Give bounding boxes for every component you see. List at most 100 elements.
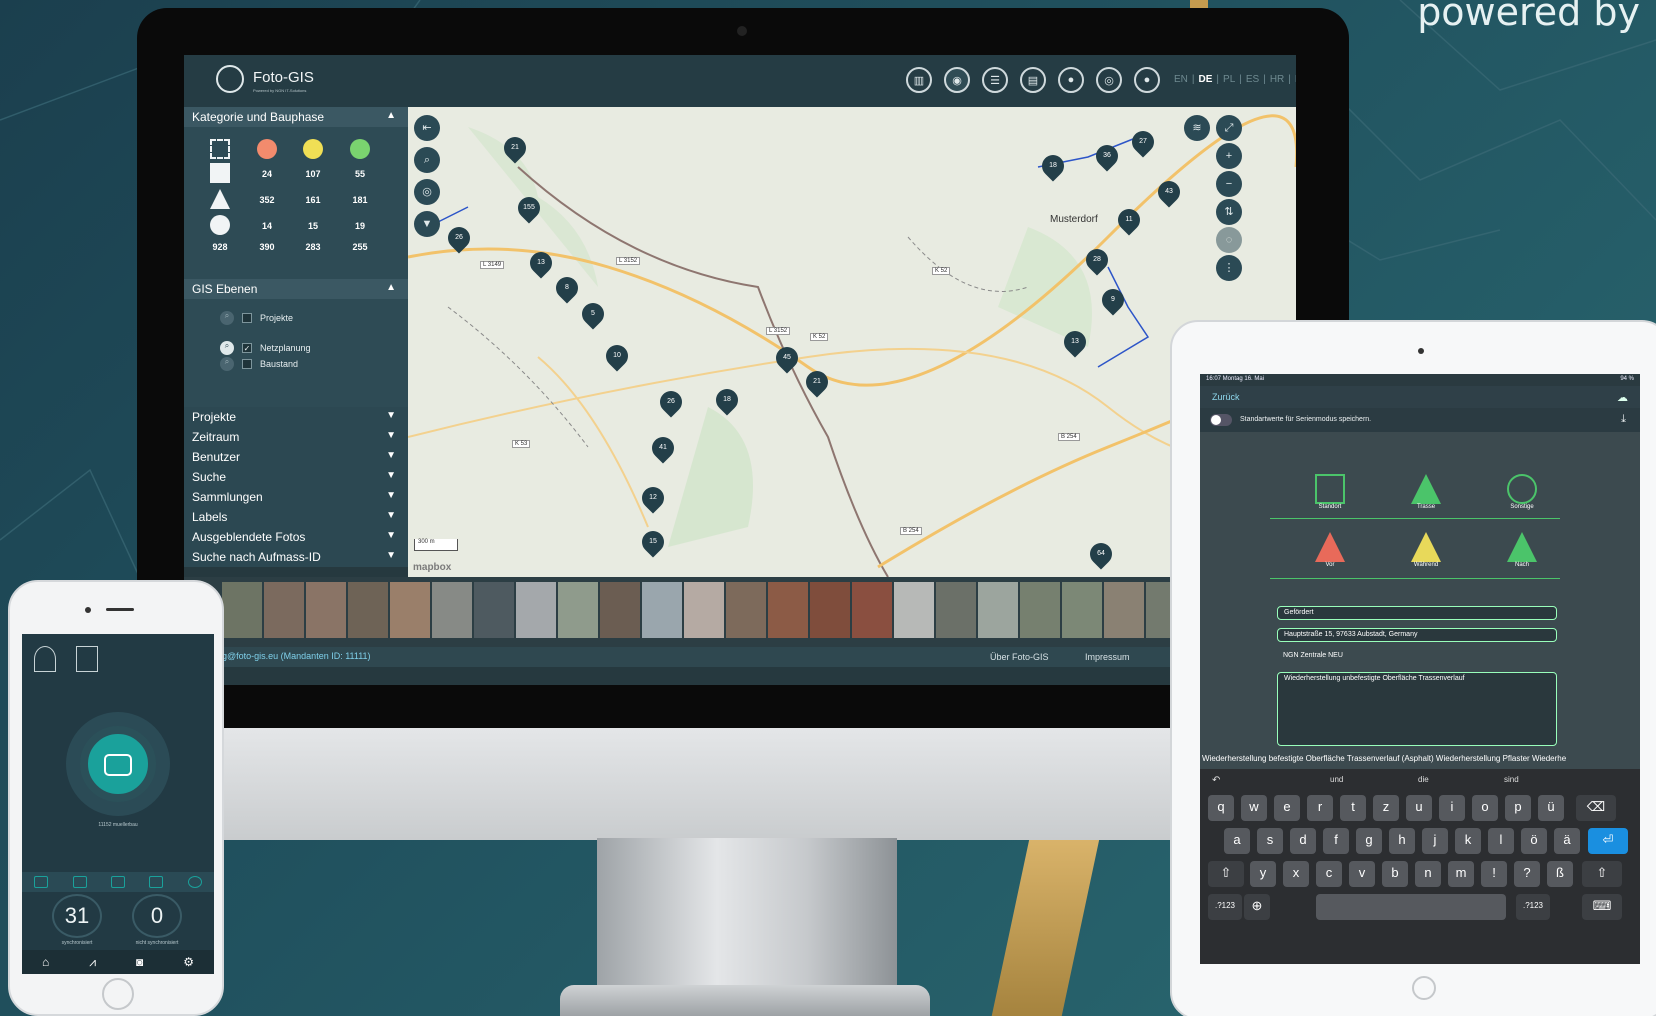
- key[interactable]: w: [1241, 795, 1267, 821]
- chart-icon[interactable]: ▥: [906, 67, 932, 93]
- keyboard-hide-icon[interactable]: ⌨: [1582, 894, 1622, 920]
- key[interactable]: c: [1316, 861, 1342, 887]
- road-icon[interactable]: [210, 163, 230, 183]
- globe-icon[interactable]: ⊕: [1244, 894, 1270, 920]
- accordion-suche[interactable]: Suche ▼: [184, 467, 408, 487]
- photo-marker[interactable]: 18: [1037, 150, 1069, 182]
- key[interactable]: r: [1307, 795, 1333, 821]
- imprint-link[interactable]: Impressum: [1085, 652, 1130, 662]
- photo-thumbnail[interactable]: [432, 582, 472, 638]
- photo-thumbnail[interactable]: [222, 582, 262, 638]
- key[interactable]: y: [1250, 861, 1276, 887]
- other-icon[interactable]: [210, 215, 230, 235]
- photo-thumbnail[interactable]: [474, 582, 514, 638]
- zoom-out-icon[interactable]: −: [1216, 171, 1242, 197]
- return-key[interactable]: ⏎: [1588, 828, 1628, 854]
- key[interactable]: t: [1340, 795, 1366, 821]
- photo-thumbnail[interactable]: [726, 582, 766, 638]
- lang-de[interactable]: DE: [1199, 74, 1213, 85]
- accordion-zeitraum[interactable]: Zeitraum ▼: [184, 427, 408, 447]
- search-icon[interactable]: ⌕: [220, 311, 234, 325]
- category-header[interactable]: Kategorie und Bauphase ▲: [184, 107, 408, 127]
- key[interactable]: b: [1382, 861, 1408, 887]
- photo-thumbnail[interactable]: [600, 582, 640, 638]
- key[interactable]: ß: [1547, 861, 1573, 887]
- phase-waehrend[interactable]: Während: [1396, 532, 1456, 568]
- zoom-in-icon[interactable]: +: [1216, 143, 1242, 169]
- camera-logo-icon[interactable]: [216, 65, 244, 93]
- trench-icon[interactable]: [210, 189, 230, 209]
- collapse-sidebar-icon[interactable]: ⇤: [414, 115, 440, 141]
- photo-thumbnail[interactable]: [810, 582, 850, 638]
- photo-marker[interactable]: 28: [1081, 244, 1113, 276]
- photo-thumbnail[interactable]: [1104, 582, 1144, 638]
- back-button[interactable]: Zurück: [1212, 392, 1240, 402]
- checkbox-netzplanung[interactable]: ✓: [242, 343, 252, 353]
- status-red-dot[interactable]: [257, 139, 277, 159]
- profile-icon[interactable]: ●: [1134, 67, 1160, 93]
- photo-marker[interactable]: 26: [655, 386, 687, 418]
- key[interactable]: h: [1389, 828, 1415, 854]
- lang-pl[interactable]: PL: [1223, 74, 1235, 85]
- phase-vor[interactable]: Vor: [1300, 532, 1360, 568]
- phone-home-button[interactable]: [102, 978, 134, 1010]
- user-icon[interactable]: ●: [1058, 67, 1084, 93]
- key[interactable]: q: [1208, 795, 1234, 821]
- accordion-projekte[interactable]: Projekte ▼: [184, 407, 408, 427]
- photo-marker[interactable]: 64: [1085, 538, 1117, 570]
- category-standort[interactable]: Standort: [1300, 474, 1360, 510]
- checkbox-baustand[interactable]: [242, 359, 252, 369]
- shift-key[interactable]: ⇧: [1208, 861, 1244, 887]
- accordion-ausgeblendete-fotos[interactable]: Ausgeblendete Fotos ▼: [184, 527, 408, 547]
- photo-thumbnail[interactable]: [390, 582, 430, 638]
- cloud-icon[interactable]: ☁: [1617, 391, 1628, 404]
- photo-marker[interactable]: 5: [577, 298, 609, 330]
- phase-nach[interactable]: Nach: [1492, 532, 1552, 568]
- key[interactable]: n: [1415, 861, 1441, 887]
- photo-marker[interactable]: 21: [499, 132, 531, 164]
- photo-thumbnail[interactable]: [348, 582, 388, 638]
- photo-marker[interactable]: 36: [1091, 140, 1123, 172]
- select-all-icon[interactable]: [210, 139, 230, 159]
- key[interactable]: s: [1257, 828, 1283, 854]
- lang-en[interactable]: EN: [1174, 74, 1188, 85]
- photo-map-icon[interactable]: ◉: [944, 67, 970, 93]
- download-icon[interactable]: ⤓: [1621, 413, 1626, 426]
- key[interactable]: p: [1505, 795, 1531, 821]
- about-link[interactable]: Über Foto-GIS: [990, 652, 1049, 662]
- photo-marker[interactable]: 9: [1097, 284, 1129, 316]
- home-icon[interactable]: [34, 876, 49, 888]
- key[interactable]: ü: [1538, 795, 1564, 821]
- category-sonstige[interactable]: Sonstige: [1492, 474, 1552, 510]
- address-field[interactable]: Hauptstraße 15, 97633 Aubstadt, Germany: [1277, 628, 1557, 642]
- photo-thumbnail[interactable]: [768, 582, 808, 638]
- photo-sync-icon[interactable]: [149, 876, 164, 888]
- space-bar[interactable]: [1316, 894, 1506, 920]
- key[interactable]: ö: [1521, 828, 1547, 854]
- photo-marker[interactable]: 15: [637, 526, 669, 558]
- photo-thumbnail[interactable]: [684, 582, 724, 638]
- backspace-key[interactable]: ⌫: [1576, 795, 1616, 821]
- fullscreen-icon[interactable]: ⤢: [1216, 115, 1242, 141]
- tablet-home-button[interactable]: [1412, 976, 1436, 1000]
- photo-marker[interactable]: 45: [771, 342, 803, 374]
- photo-thumbnail[interactable]: [1020, 582, 1060, 638]
- autocomplete-suggestions[interactable]: Wiederherstellung befestigte Oberfläche …: [1200, 754, 1640, 768]
- key[interactable]: o: [1472, 795, 1498, 821]
- status-field[interactable]: Gefördert: [1277, 606, 1557, 620]
- photo-thumbnail[interactable]: [1062, 582, 1102, 638]
- key[interactable]: a: [1224, 828, 1250, 854]
- num-key-left[interactable]: .?123: [1208, 894, 1242, 920]
- lang-hr[interactable]: HR: [1270, 74, 1284, 85]
- accordion-sammlungen[interactable]: Sammlungen ▼: [184, 487, 408, 507]
- key[interactable]: e: [1274, 795, 1300, 821]
- photo-marker[interactable]: 13: [525, 247, 557, 279]
- camera-icon[interactable]: ◙: [136, 955, 143, 969]
- photo-marker[interactable]: 18: [711, 384, 743, 416]
- layers-icon[interactable]: ☰: [982, 67, 1008, 93]
- camera-settings-icon[interactable]: ◎: [1096, 67, 1122, 93]
- accordion-aufmass-id[interactable]: Suche nach Aufmass-ID ▼: [184, 547, 408, 567]
- filter-icon[interactable]: ▼: [414, 211, 440, 237]
- photo-thumbnail[interactable]: [558, 582, 598, 638]
- search-icon[interactable]: ⌕: [414, 147, 440, 173]
